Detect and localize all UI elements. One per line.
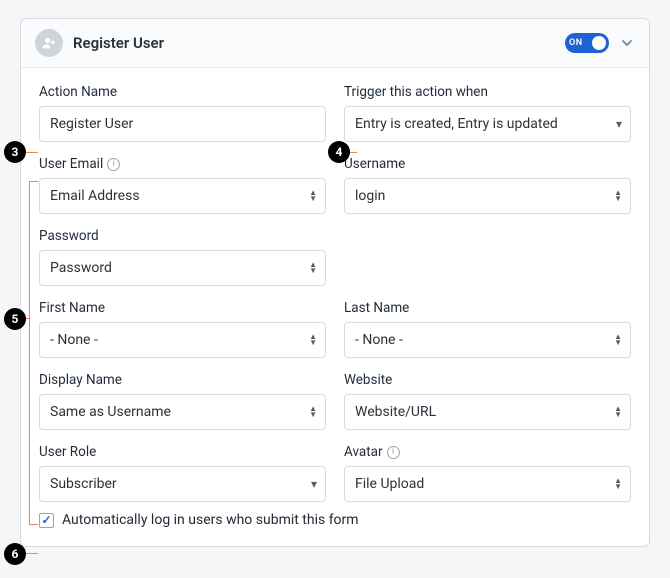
last-name-select[interactable]: - None - ▲▼ xyxy=(344,322,631,358)
website-label: Website xyxy=(344,372,631,388)
toggle-label: ON xyxy=(569,38,583,48)
first-name-label: First Name xyxy=(39,300,326,316)
last-name-label: Last Name xyxy=(344,300,631,316)
auto-login-checkbox[interactable]: ✓ xyxy=(39,513,54,528)
display-name-select[interactable]: Same as Username ▲▼ xyxy=(39,394,326,430)
avatar-select[interactable]: File Upload ▲▼ xyxy=(344,466,631,502)
password-select[interactable]: Password ▲▼ xyxy=(39,250,326,286)
avatar-label: Avatar i xyxy=(344,444,631,460)
sort-icon: ▲▼ xyxy=(309,334,317,346)
info-icon[interactable]: i xyxy=(107,158,120,171)
register-user-panel: Register User ON Action Name Register Us… xyxy=(20,18,650,547)
website-value: Website/URL xyxy=(355,404,436,420)
annotation-badge-6: 6 xyxy=(4,543,26,565)
annotation-tick xyxy=(29,524,38,525)
avatar-value: File Upload xyxy=(355,476,424,492)
annotation-badge-3: 3 xyxy=(4,141,26,163)
action-name-input[interactable]: Register User xyxy=(39,106,326,142)
annotation-badge-5: 5 xyxy=(4,308,26,330)
user-email-label: User Email i xyxy=(39,156,326,172)
panel-title: Register User xyxy=(73,34,565,52)
info-icon[interactable]: i xyxy=(387,446,400,459)
user-plus-icon xyxy=(35,29,63,57)
user-role-label: User Role xyxy=(39,444,326,460)
username-select[interactable]: login ▲▼ xyxy=(344,178,631,214)
action-name-label: Action Name xyxy=(39,84,326,100)
panel-header: Register User ON xyxy=(21,19,649,68)
action-name-value: Register User xyxy=(50,116,133,132)
sort-icon: ▲▼ xyxy=(309,262,317,274)
panel-body: Action Name Register User Trigger this a… xyxy=(21,68,649,546)
enable-toggle[interactable]: ON xyxy=(565,33,609,53)
website-select[interactable]: Website/URL ▲▼ xyxy=(344,394,631,430)
username-value: login xyxy=(355,188,385,204)
toggle-knob xyxy=(592,36,606,50)
chevron-down-icon: ▾ xyxy=(616,118,622,130)
annotation-tick-4 xyxy=(349,152,357,153)
annotation-tick-3 xyxy=(25,152,38,153)
sort-icon: ▲▼ xyxy=(614,478,622,490)
first-name-value: - None - xyxy=(50,332,98,348)
sort-icon: ▲▼ xyxy=(614,190,622,202)
trigger-label: Trigger this action when xyxy=(344,84,631,100)
trigger-select[interactable]: Entry is created, Entry is updated ▾ xyxy=(344,106,631,142)
sort-icon: ▲▼ xyxy=(309,190,317,202)
chevron-down-icon: ▾ xyxy=(311,478,317,490)
user-email-value: Email Address xyxy=(50,188,140,204)
collapse-icon[interactable] xyxy=(619,35,635,51)
sort-icon: ▲▼ xyxy=(614,334,622,346)
auto-login-label: Automatically log in users who submit th… xyxy=(62,512,359,528)
user-role-select[interactable]: Subscriber ▾ xyxy=(39,466,326,502)
sort-icon: ▲▼ xyxy=(614,406,622,418)
password-value: Password xyxy=(50,260,112,276)
display-name-label: Display Name xyxy=(39,372,326,388)
sort-icon: ▲▼ xyxy=(309,406,317,418)
password-label: Password xyxy=(39,228,326,244)
trigger-value: Entry is created, Entry is updated xyxy=(355,116,558,132)
annotation-badge-4: 4 xyxy=(328,141,350,163)
annotation-bracket-5 xyxy=(29,181,30,524)
user-role-value: Subscriber xyxy=(50,476,117,492)
user-email-select[interactable]: Email Address ▲▼ xyxy=(39,178,326,214)
username-label: Username xyxy=(344,156,631,172)
first-name-select[interactable]: - None - ▲▼ xyxy=(39,322,326,358)
display-name-value: Same as Username xyxy=(50,404,171,420)
last-name-value: - None - xyxy=(355,332,403,348)
annotation-tick xyxy=(29,181,38,182)
